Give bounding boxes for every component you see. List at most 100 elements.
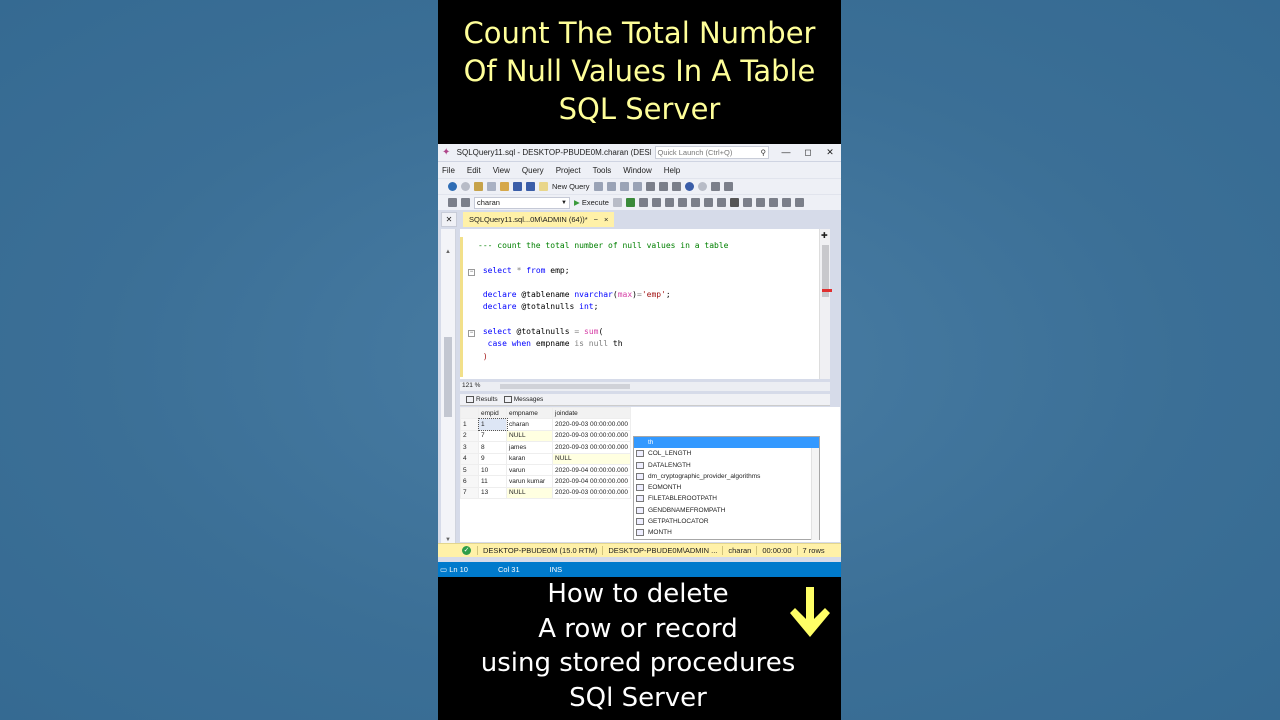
tab-results[interactable]: Results (466, 396, 498, 403)
new-query-icon[interactable] (539, 182, 548, 191)
results-grid-icon[interactable] (729, 198, 739, 207)
maximize-icon[interactable]: ◻ (797, 147, 819, 158)
completion-item[interactable]: COL_LENGTH (634, 448, 819, 459)
window-layout-icon[interactable] (710, 182, 720, 191)
table-row[interactable]: 1 1 charan 2020-09-03 00:00:00.000 (460, 417, 632, 432)
cut-icon[interactable] (645, 182, 655, 191)
redo-icon[interactable] (697, 182, 707, 191)
cell-joindate[interactable]: 2020-09-03 00:00:00.000 (551, 441, 632, 454)
uncomment-icon[interactable] (768, 198, 778, 207)
completion-item[interactable]: DATALENGTH (634, 460, 819, 471)
cell-joindate[interactable]: NULL (551, 452, 632, 465)
new-query-button[interactable]: New Query (552, 182, 590, 191)
cell-joindate[interactable]: 2020-09-04 00:00:00.000 (551, 463, 632, 477)
intellisense-icon[interactable] (664, 198, 674, 207)
tab-sqlquery11[interactable]: SQLQuery11.sql...0M\ADMIN (64))* − × (463, 212, 615, 227)
cell-empname[interactable]: varun (506, 463, 553, 477)
menu-query[interactable]: Query (522, 166, 544, 175)
cancel-query-icon[interactable] (612, 198, 622, 207)
table-row[interactable]: 3 8 james 2020-09-03 00:00:00.000 (460, 441, 632, 454)
completion-item[interactable]: FILETABLEROOTPATH (634, 493, 819, 504)
cell-empname[interactable]: NULL (506, 486, 553, 500)
query-db-icon-3[interactable] (619, 182, 629, 191)
menu-edit[interactable]: Edit (467, 166, 481, 175)
live-stats-icon[interactable] (690, 198, 700, 207)
cell-joindate[interactable]: 2020-09-04 00:00:00.000 (551, 475, 632, 488)
change-connection-icon[interactable] (461, 198, 470, 207)
editor-vertical-scrollbar[interactable]: ✚ (819, 229, 832, 379)
cell-empid[interactable]: 7 (478, 429, 507, 443)
execute-button[interactable]: ▶ Execute (574, 198, 609, 207)
table-row[interactable]: 7 13 NULL 2020-09-03 00:00:00.000 (460, 486, 632, 500)
client-stats-icon[interactable] (703, 198, 713, 207)
cell-empname[interactable]: charan (506, 418, 553, 431)
close-icon[interactable]: ✕ (819, 147, 841, 158)
tab-messages[interactable]: Messages (503, 396, 543, 403)
query-options-icon[interactable] (651, 198, 661, 207)
menu-project[interactable]: Project (556, 166, 581, 175)
sql-editor[interactable]: − − --- count the total number of null v… (460, 229, 832, 379)
quick-launch-input[interactable]: Quick Launch (Ctrl+Q) ⚲ (654, 146, 769, 159)
copy-icon[interactable] (658, 182, 668, 191)
completion-item[interactable]: GETPATHLOCATOR (634, 516, 819, 527)
include-plan-icon[interactable] (677, 198, 687, 207)
pin-icon[interactable]: − (594, 212, 598, 227)
fold-toggle-icon[interactable]: − (468, 330, 475, 337)
close-panel-icon[interactable]: ✕ (441, 212, 457, 227)
indent-icon[interactable] (794, 198, 804, 207)
paste-icon[interactable] (671, 182, 681, 191)
table-row[interactable]: 6 11 varun kumar 2020-09-04 00:00:00.000 (460, 475, 632, 488)
split-icon[interactable]: ✚ (821, 231, 828, 240)
connect-icon[interactable] (448, 198, 457, 207)
cell-empid[interactable]: 1 (477, 417, 508, 432)
zoom-level[interactable]: 121 % (462, 382, 480, 389)
outdent-icon[interactable] (781, 198, 791, 207)
cell-empid[interactable]: 10 (478, 463, 507, 477)
open-folder-icon[interactable] (500, 182, 509, 191)
column-header-joindate[interactable]: joindate (551, 406, 632, 420)
query-db-icon[interactable] (593, 182, 603, 191)
menu-window[interactable]: Window (623, 166, 651, 175)
cell-joindate[interactable]: 2020-09-03 00:00:00.000 (551, 418, 632, 431)
query-db-icon-4[interactable] (632, 182, 642, 191)
minimize-icon[interactable]: — (775, 147, 797, 158)
undo-icon[interactable] (684, 182, 694, 191)
menu-tools[interactable]: Tools (593, 166, 612, 175)
toolbar-options-icon[interactable] (723, 182, 733, 191)
menu-file[interactable]: File (442, 166, 455, 175)
new-project-icon[interactable] (474, 182, 483, 191)
cell-joindate[interactable]: 2020-09-03 00:00:00.000 (551, 429, 632, 443)
parse-icon[interactable] (625, 198, 635, 207)
fold-toggle-icon[interactable]: − (468, 269, 475, 276)
table-row[interactable]: 2 7 NULL 2020-09-03 00:00:00.000 (460, 429, 632, 443)
back-icon[interactable] (448, 182, 457, 191)
database-select[interactable]: charan ▼ (474, 196, 570, 209)
cell-empid[interactable]: 8 (478, 441, 507, 454)
table-row[interactable]: 5 10 varun 2020-09-04 00:00:00.000 (460, 463, 632, 477)
cell-joindate[interactable]: 2020-09-03 00:00:00.000 (551, 486, 632, 500)
results-file-icon[interactable] (742, 198, 752, 207)
cell-empname[interactable]: james (506, 441, 553, 454)
scroll-up-icon[interactable]: ▲ (445, 249, 451, 255)
table-row[interactable]: 4 9 karan NULL (460, 452, 632, 465)
cell-empname[interactable]: varun kumar (506, 475, 553, 488)
tab-close-icon[interactable]: × (604, 212, 608, 227)
completion-item[interactable]: dm_cryptographic_provider_algorithms (634, 471, 819, 482)
completion-item[interactable]: GENDBNAMEFROMPATH (634, 505, 819, 516)
forward-icon[interactable] (461, 182, 470, 191)
cell-empname[interactable]: NULL (506, 429, 553, 443)
cell-empid[interactable]: 11 (478, 475, 507, 488)
cell-empid[interactable]: 9 (478, 452, 507, 465)
cell-empname[interactable]: karan (506, 452, 553, 465)
save-all-icon[interactable] (526, 182, 535, 191)
results-text-icon[interactable] (716, 198, 726, 207)
menu-help[interactable]: Help (664, 166, 680, 175)
completion-item[interactable]: MONTH (634, 527, 819, 538)
menu-view[interactable]: View (493, 166, 510, 175)
completion-item[interactable]: EOMONTH (634, 482, 819, 493)
display-plan-icon[interactable] (638, 198, 648, 207)
new-file-icon[interactable] (487, 182, 496, 191)
cell-empid[interactable]: 13 (478, 486, 507, 500)
column-header-empname[interactable]: empname (506, 406, 553, 420)
scroll-thumb[interactable] (444, 337, 452, 417)
